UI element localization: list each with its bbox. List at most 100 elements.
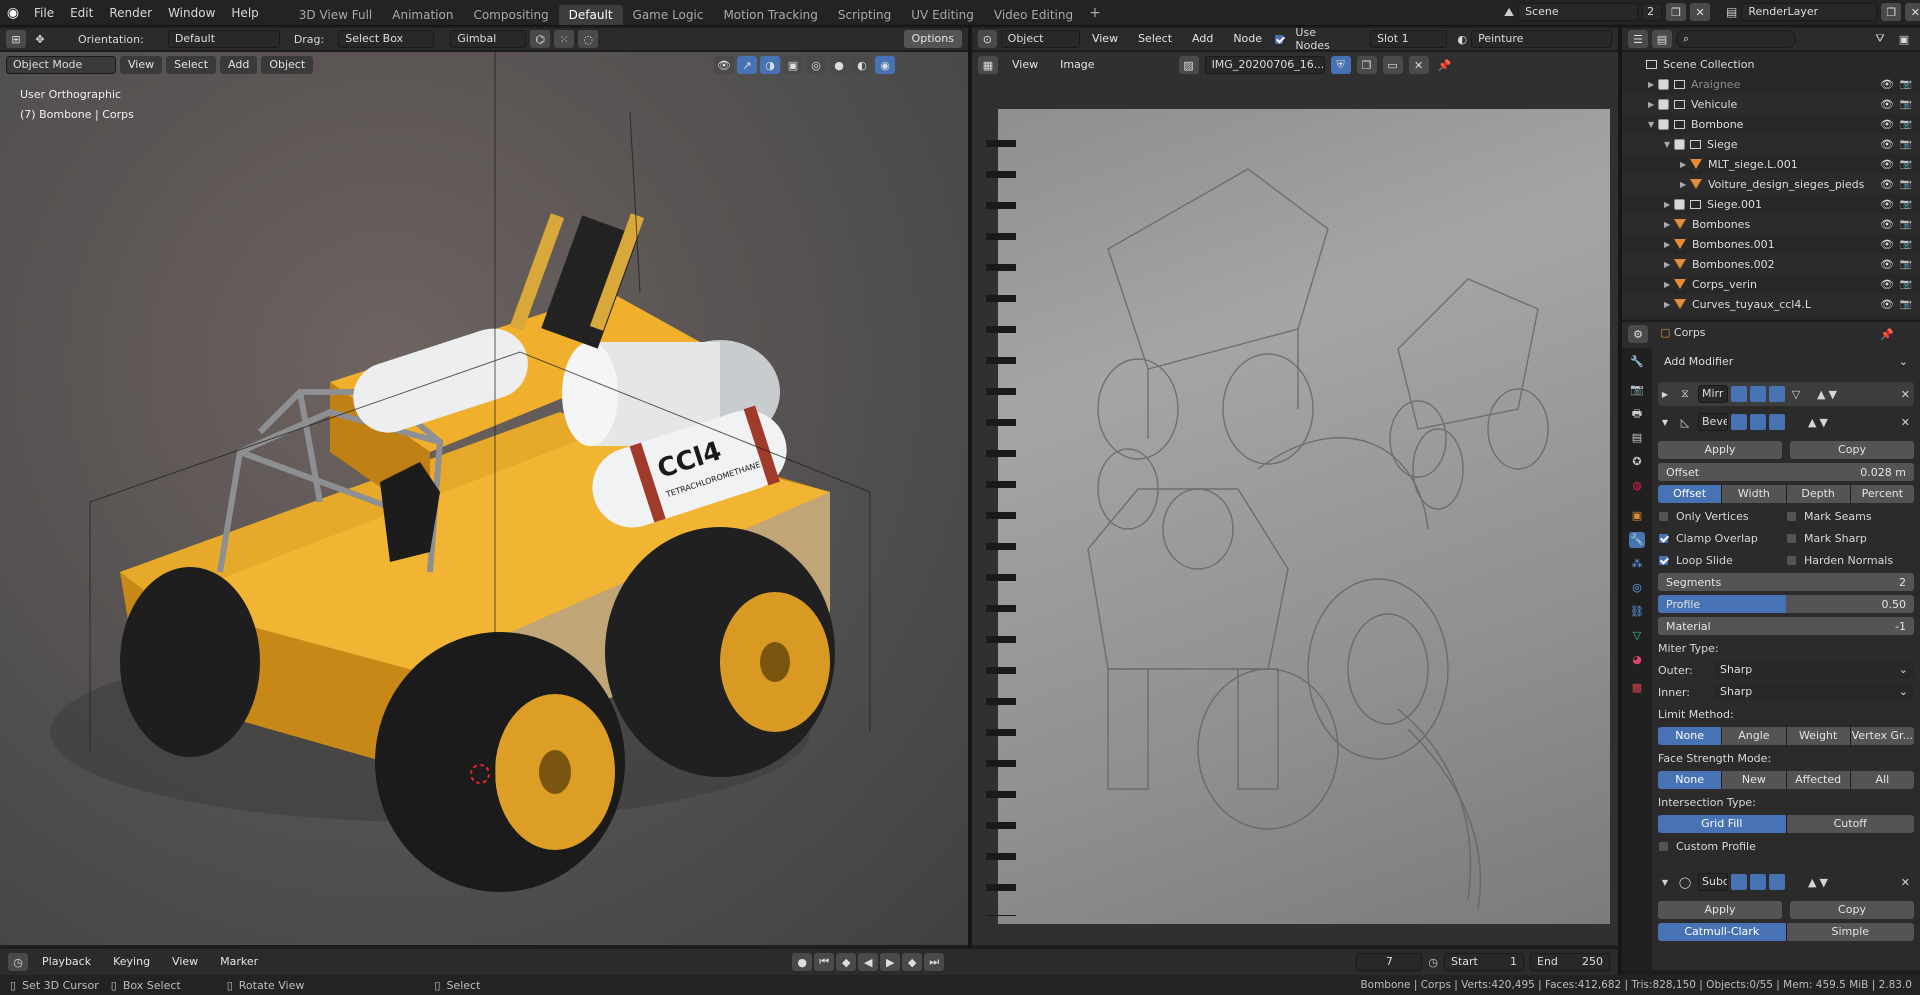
face-all[interactable]: All — [1850, 771, 1914, 789]
menu-add[interactable]: Add — [220, 56, 258, 74]
unlink-image-icon[interactable]: ✕ — [1408, 56, 1429, 74]
visibility-eye-icon[interactable]: 👁 — [1880, 298, 1894, 311]
visibility-eye-icon[interactable]: 👁 — [1880, 238, 1894, 251]
render-toggle-icon[interactable] — [1769, 386, 1785, 402]
outliner-item[interactable]: ▶ Siege.001 👁 📷 — [1622, 194, 1920, 214]
visibility-eye-icon[interactable]: 👁 — [1880, 198, 1894, 211]
render-camera-icon[interactable]: 📷 — [1900, 179, 1912, 190]
outliner-item[interactable]: ▼ Bombone 👁 📷 — [1622, 114, 1920, 134]
move-down-icon[interactable]: ▼ — [1819, 876, 1827, 889]
expand-icon[interactable]: ▶ — [1680, 180, 1690, 189]
duplicate-view-layer-icon[interactable]: ❐ — [1881, 3, 1902, 21]
tab-3d-view-full[interactable]: 3D View Full — [289, 5, 383, 25]
scene-users-count[interactable]: 2 — [1642, 3, 1663, 21]
width-type-width[interactable]: Width — [1722, 485, 1786, 503]
scene-icon[interactable]: ⛰ — [1504, 5, 1514, 20]
apply-button[interactable]: Apply — [1658, 901, 1782, 919]
menu-view[interactable]: View — [1004, 56, 1046, 74]
menu-view[interactable]: View — [120, 56, 163, 74]
blender-logo-icon[interactable]: ◉ — [0, 0, 26, 26]
move-down-icon[interactable]: ▼ — [1819, 416, 1827, 429]
menu-edit[interactable]: Edit — [62, 0, 101, 26]
outliner-item[interactable]: ▶ Curves_tuyaux_ccl4.L 👁 📷 — [1622, 294, 1920, 314]
face-none[interactable]: None — [1658, 771, 1722, 789]
outliner-item[interactable]: ▶ Vehicule 👁 📷 — [1622, 94, 1920, 114]
only-vertices-checkbox[interactable] — [1658, 510, 1669, 522]
expand-icon[interactable]: ▶ — [1664, 260, 1674, 269]
expand-icon[interactable]: ▶ — [1648, 80, 1658, 89]
visibility-eye-icon[interactable]: 👁 — [1880, 178, 1894, 191]
move-up-icon[interactable]: ▲ — [1808, 876, 1816, 889]
intersection-grid-fill[interactable]: Grid Fill — [1658, 815, 1786, 833]
expand-icon[interactable]: ▶ — [1664, 200, 1674, 209]
width-type-depth[interactable]: Depth — [1786, 485, 1850, 503]
delete-view-layer-icon[interactable]: ✕ — [1905, 3, 1920, 21]
outliner-root[interactable]: Scene Collection — [1622, 54, 1920, 74]
collapse-icon[interactable]: ▼ — [1658, 418, 1672, 427]
texture-tab-icon[interactable]: ▩ — [1629, 680, 1645, 696]
collapse-icon[interactable]: ▼ — [1658, 878, 1672, 887]
play-reverse-icon[interactable]: ◀ — [858, 953, 879, 971]
editor-type-icon[interactable]: ⊙ — [978, 30, 997, 48]
image-editor-type-icon[interactable]: ▦ — [978, 56, 998, 74]
subd-catmull-clark[interactable]: Catmull-Clark — [1658, 923, 1786, 941]
drag-dropdown[interactable]: Select Box — [338, 30, 435, 48]
menu-add[interactable]: Add — [1184, 30, 1221, 48]
menu-select[interactable]: Select — [166, 56, 217, 74]
add-modifier-dropdown[interactable]: Add Modifier ⌄ — [1658, 353, 1914, 371]
apply-button[interactable]: Apply — [1658, 441, 1782, 459]
limit-weight[interactable]: Weight — [1786, 727, 1850, 745]
collection-checkbox[interactable] — [1658, 98, 1669, 110]
expand-icon[interactable]: ▶ — [1680, 160, 1690, 169]
subd-simple[interactable]: Simple — [1786, 923, 1914, 941]
jump-end-icon[interactable]: ⏭ — [924, 953, 945, 971]
collection-checkbox[interactable] — [1658, 78, 1669, 90]
menu-image[interactable]: Image — [1052, 56, 1102, 74]
subd-name-field[interactable]: Subd — [1698, 873, 1728, 891]
viewport-toggle-icon[interactable] — [1750, 414, 1766, 430]
menu-node[interactable]: Node — [1225, 30, 1270, 48]
render-camera-icon[interactable]: 📷 — [1900, 99, 1912, 110]
render-camera-icon[interactable]: 📷 — [1900, 199, 1912, 210]
close-icon[interactable]: ✕ — [1901, 416, 1910, 429]
menu-view[interactable]: View — [1084, 30, 1126, 48]
output-tab-icon[interactable]: 🖶 — [1629, 406, 1645, 422]
xray-icon[interactable]: ▣ — [783, 56, 803, 74]
expand-icon[interactable]: ▶ — [1658, 390, 1672, 399]
segments-field[interactable]: Segments 2 — [1658, 573, 1914, 591]
outliner-search-input[interactable]: ⌕ — [1676, 30, 1796, 48]
expand-icon[interactable]: ▶ — [1664, 280, 1674, 289]
custom-profile-checkbox[interactable] — [1658, 840, 1669, 852]
tab-default[interactable]: Default — [558, 4, 623, 25]
render-tab-icon[interactable]: 📷 — [1629, 382, 1645, 398]
visibility-eye-icon[interactable]: 👁 — [1880, 258, 1894, 271]
render-toggle-icon[interactable] — [1769, 874, 1785, 890]
data-tab-icon[interactable]: ▽ — [1629, 628, 1645, 644]
menu-view[interactable]: View — [164, 953, 206, 971]
outliner-item[interactable]: ▶ Bombones.002 👁 📷 — [1622, 254, 1920, 274]
outliner-item[interactable]: ▶ Araignee 👁 📷 — [1622, 74, 1920, 94]
end-frame-field[interactable]: End 250 — [1530, 953, 1610, 971]
gizmo-icon[interactable]: ↗ — [737, 56, 757, 74]
visibility-eye-icon[interactable]: 👁 — [1880, 78, 1894, 91]
profile-slider[interactable]: Profile 0.50 — [1658, 595, 1914, 613]
cage-toggle-icon[interactable]: ▽ — [1788, 388, 1804, 401]
material-field[interactable]: Peinture — [1471, 30, 1612, 48]
menu-window[interactable]: Window — [160, 0, 223, 26]
snap-target-icon[interactable]: ⁙ — [554, 30, 575, 48]
close-icon[interactable]: ✕ — [1901, 876, 1910, 889]
mirror-name-field[interactable]: Mirr — [1698, 385, 1728, 403]
image-editor[interactable] — [972, 52, 1618, 945]
object-tab-icon[interactable]: ▣ — [1629, 508, 1645, 524]
rendered-shading-icon[interactable]: ◉ — [875, 56, 895, 74]
move-down-icon[interactable]: ▼ — [1828, 388, 1836, 401]
use-nodes-checkbox[interactable] — [1274, 33, 1285, 45]
duplicate-scene-icon[interactable]: ❐ — [1666, 3, 1687, 21]
properties-type-icon[interactable]: ⚙ — [1628, 325, 1648, 343]
editmode-toggle-icon[interactable] — [1731, 386, 1747, 402]
material-index-field[interactable]: Material -1 — [1658, 617, 1914, 635]
overlays-icon[interactable]: ◑ — [760, 56, 780, 74]
offset-field[interactable]: Offset 0.028 m — [1658, 463, 1914, 481]
render-camera-icon[interactable]: 📷 — [1900, 239, 1912, 250]
clock-icon[interactable]: ◷ — [1428, 956, 1438, 969]
